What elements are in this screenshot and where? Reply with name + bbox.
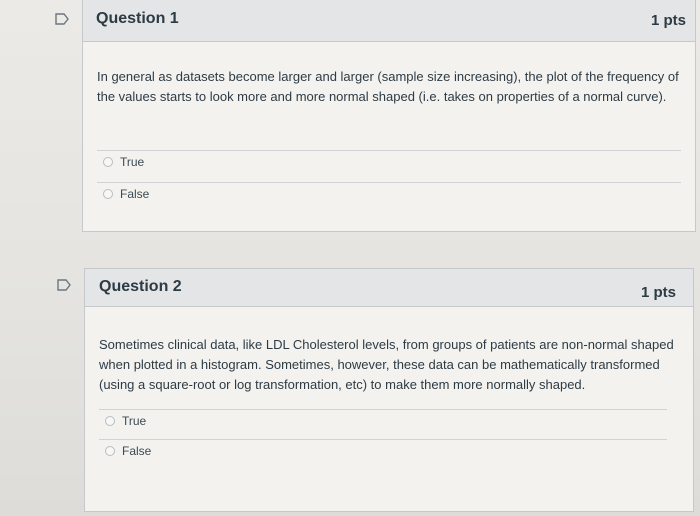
question-points: 1 pts	[650, 12, 686, 29]
radio-button[interactable]	[105, 446, 115, 456]
answer-false[interactable]: False	[103, 187, 149, 201]
answer-divider	[97, 182, 681, 183]
question-header: Question 1 1 pts	[83, 0, 695, 42]
answer-label: False	[120, 187, 150, 201]
question-card-2: Question 2 1 pts Sometimes clinical data…	[84, 268, 694, 512]
answer-divider	[99, 439, 667, 440]
radio-button[interactable]	[105, 416, 115, 426]
answer-true[interactable]: True	[103, 155, 144, 169]
question-header: Question 2 1 pts	[85, 269, 693, 307]
answer-divider	[99, 409, 667, 410]
question-title: Question 1	[96, 10, 179, 27]
question-text: In general as datasets become larger and…	[97, 69, 679, 104]
flag-question-icon[interactable]	[57, 279, 71, 291]
question-text: Sometimes clinical data, like LDL Choles…	[99, 337, 674, 392]
quiz-page: Question 1 1 pts In general as datasets …	[0, 0, 700, 516]
question-title: Question 2	[99, 278, 182, 295]
answer-label: True	[120, 155, 145, 169]
question-points: 1 pts	[640, 284, 676, 301]
answer-divider	[97, 150, 681, 151]
radio-button[interactable]	[103, 189, 113, 199]
answer-label: True	[122, 414, 147, 428]
question-card-1: Question 1 1 pts In general as datasets …	[82, 0, 696, 232]
flag-question-icon[interactable]	[55, 13, 69, 25]
radio-button[interactable]	[103, 157, 113, 167]
answer-true[interactable]: True	[105, 414, 146, 428]
answer-false[interactable]: False	[105, 444, 151, 458]
answer-label: False	[122, 444, 152, 458]
